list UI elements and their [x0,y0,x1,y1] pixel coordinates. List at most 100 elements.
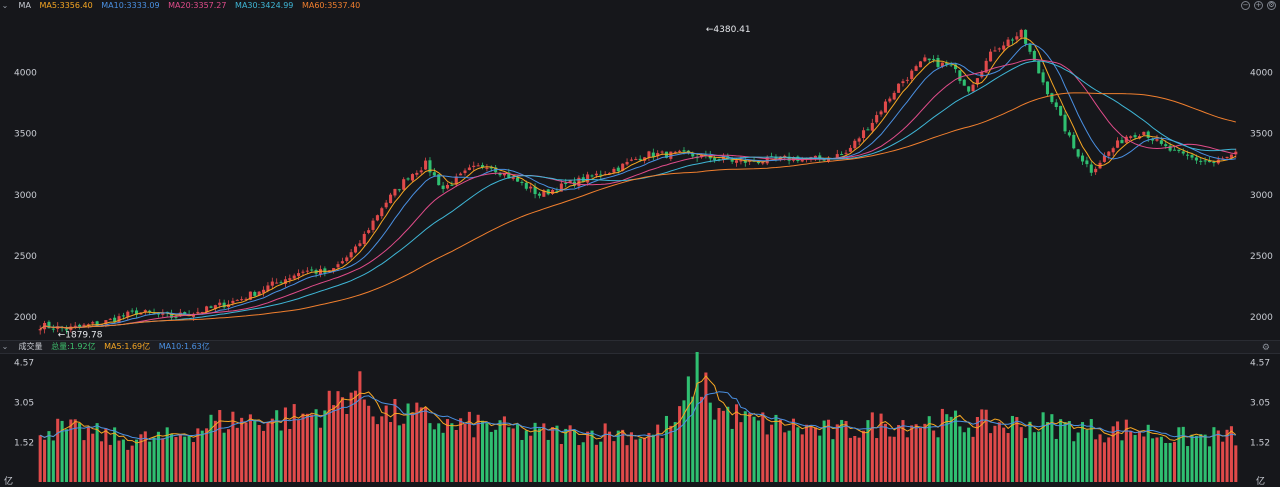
candle-body [121,315,125,317]
candle-body [235,299,239,301]
candle-body [1067,132,1071,136]
volume-bar [870,412,874,482]
volume-bar [402,423,406,482]
candle-body [962,79,966,86]
volume-bar [191,442,196,482]
volume-bar [43,439,47,482]
candle-body [472,165,476,168]
volume-bar [345,413,349,482]
candle-body [564,182,568,184]
volume-bar [826,419,831,482]
volume-bar [1120,440,1124,482]
candle-body [997,48,1001,50]
volume-bar [735,404,739,482]
candle-body [1116,140,1120,148]
candle-body [1063,114,1067,132]
volume-bar [590,430,594,482]
volume-bar [643,437,647,482]
volume-bar [375,424,379,482]
volume-bar [1094,439,1098,482]
volume-bar [805,424,809,482]
volume-bar [936,437,940,482]
candle-body [231,300,235,304]
volume-bar [86,427,90,482]
candle-body [1172,149,1177,151]
volume-bar [1164,443,1168,482]
volume-bar [1041,412,1045,482]
volume-title[interactable]: 成交量 [19,342,43,351]
candle-body [634,158,638,160]
volume-bar [958,426,962,482]
volume-bar [883,423,887,482]
candle-body [318,269,323,275]
volume-bar [756,420,760,482]
volume-bar [209,414,213,482]
volume-tick-right: 1.52 [1250,438,1270,448]
candle-body [301,271,305,273]
volume-bar [323,410,327,482]
volume-bar [1050,414,1054,482]
volume-bar [424,407,428,482]
candle-body [371,220,375,230]
volume-bar [327,390,331,482]
price-tick-right: 4000 [1250,69,1273,79]
candle-body [1089,164,1093,173]
volume-bar [1216,430,1220,482]
volume-bar [310,414,314,482]
candle-body [209,306,213,308]
candle-body [537,193,541,196]
candle-body [616,167,620,172]
volume-unit-right: 亿 [1256,475,1265,487]
volume-bar [1199,434,1203,482]
volume-bar [1221,441,1225,482]
candle-body [1015,36,1019,40]
volume-bar [205,428,209,482]
candle-body [638,158,642,161]
volume-tick-right: 3.05 [1250,398,1270,408]
volume-bar [288,428,292,482]
volume-bar [932,430,936,482]
candle-body [297,273,301,277]
volume-bar [91,433,95,482]
candle-body [1010,39,1014,41]
candle-body [393,188,397,196]
volume-bar [555,425,559,482]
candle-body [923,57,927,62]
volume-bar [520,439,524,482]
volume-bar [568,425,572,482]
candle-body [914,66,918,71]
volume-bar [1045,422,1050,482]
volume-bar [844,421,848,482]
candle-body [397,189,401,191]
volume-bar [647,432,651,482]
volume-bar [892,436,896,482]
candle-body [586,174,590,183]
candle-body [516,177,520,182]
candle-body [353,246,358,253]
volume-bar [187,436,191,482]
candle-body [756,161,760,164]
candle-body [240,299,244,301]
volume-bar [393,398,397,482]
volume-bar [726,406,730,482]
volume-bar [340,397,344,482]
volume-bar [664,415,668,482]
volume-bar [314,409,318,482]
volume-bar [971,436,975,482]
price-tick-left: 4000 [14,69,37,79]
ma-line-ma60 [39,92,1236,330]
candle-body [384,202,388,208]
volume-bar [800,434,804,482]
volume-bar [231,411,235,482]
volume-bar [848,437,852,482]
candle-body [713,157,717,161]
volume-bar [1080,422,1085,482]
candle-body [730,160,734,162]
candle-body [910,70,914,79]
candle-body [1037,61,1041,74]
volume-bar [770,424,774,482]
candle-body [1054,102,1058,108]
candle-body [888,98,892,102]
volume-bar [752,416,756,482]
volume-bar [1037,431,1041,482]
